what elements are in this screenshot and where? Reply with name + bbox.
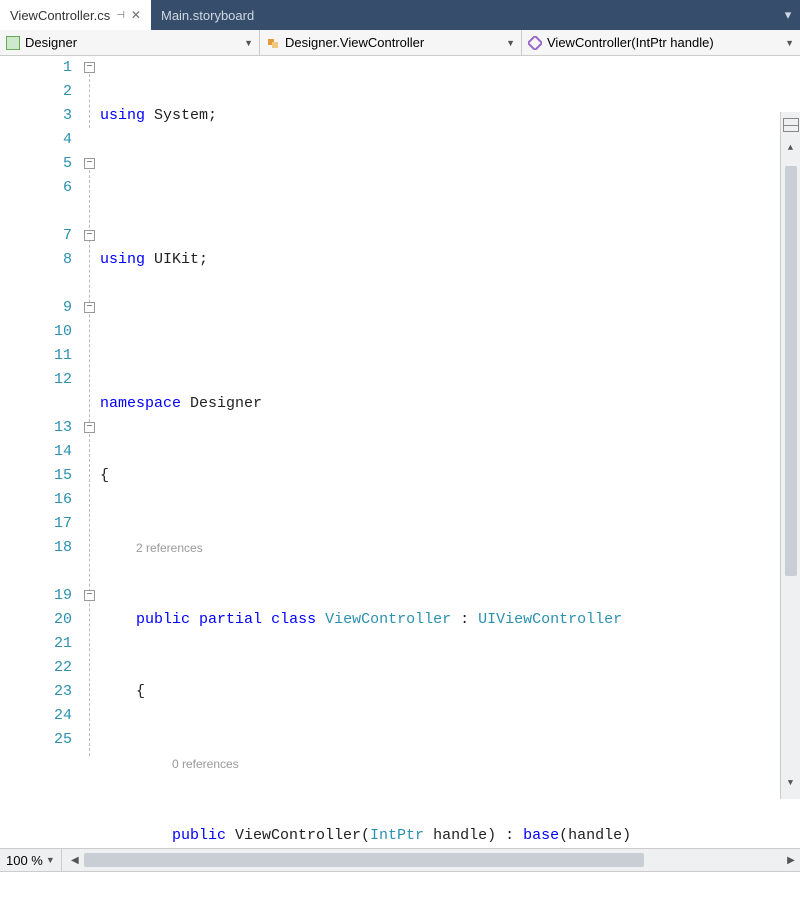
line-number: 5 [0, 152, 72, 176]
scroll-up-arrow[interactable]: ▲ [788, 132, 793, 164]
nav-member-dropdown[interactable]: ViewController(IntPtr handle) ▼ [522, 30, 800, 55]
nav-class-dropdown[interactable]: Designer.ViewController ▼ [260, 30, 522, 55]
tab-label: ViewController.cs [10, 8, 110, 23]
fold-line [89, 170, 90, 756]
code-editor[interactable]: 1 2 3 4 5 6 7 8 9 10 11 12 13 14 15 16 1… [0, 56, 800, 848]
line-number: 18 [0, 536, 72, 560]
code-text-area[interactable]: using System; using UIKit; namespace Des… [100, 56, 800, 848]
scroll-down-arrow[interactable]: ▼ [788, 767, 793, 799]
nav-project-label: Designer [25, 35, 77, 50]
fold-line [89, 74, 90, 128]
line-number: 11 [0, 344, 72, 368]
scroll-track[interactable] [785, 164, 797, 767]
line-number: 15 [0, 464, 72, 488]
line-number: 17 [0, 512, 72, 536]
scroll-right-arrow[interactable]: ▶ [782, 855, 800, 866]
line-number: 25 [0, 728, 72, 752]
line-number: 21 [0, 632, 72, 656]
fold-toggle[interactable]: − [84, 158, 95, 169]
scroll-left-arrow[interactable]: ◀ [66, 855, 84, 866]
line-number: 10 [0, 320, 72, 344]
split-editor-icon[interactable] [783, 118, 799, 132]
line-number: 4 [0, 128, 72, 152]
method-icon [528, 36, 542, 50]
codelens-references[interactable]: 2 references [100, 536, 780, 560]
line-number: 20 [0, 608, 72, 632]
codelens-references[interactable]: 0 references [100, 752, 780, 776]
line-number: 22 [0, 656, 72, 680]
chevron-down-icon: ▼ [785, 38, 794, 48]
line-number: 24 [0, 704, 72, 728]
scroll-thumb[interactable] [785, 166, 797, 576]
nav-class-label: Designer.ViewController [285, 35, 424, 50]
outlining-margin: − − − − − − [82, 56, 100, 848]
project-icon [6, 36, 20, 50]
line-number: 14 [0, 440, 72, 464]
footer-area [0, 871, 800, 897]
chevron-down-icon: ▾ [785, 7, 792, 23]
line-number: 19 [0, 584, 72, 608]
chevron-down-icon: ▼ [46, 855, 55, 865]
line-number: 9 [0, 296, 72, 320]
fold-toggle[interactable]: − [84, 230, 95, 241]
tab-bar-spacer [264, 0, 776, 30]
pin-icon[interactable]: ⊣ [116, 10, 125, 21]
line-number: 12 [0, 368, 72, 392]
chevron-down-icon: ▼ [244, 38, 253, 48]
fold-toggle[interactable]: − [84, 422, 95, 433]
fold-toggle[interactable]: − [84, 62, 95, 73]
nav-project-dropdown[interactable]: Designer ▼ [0, 30, 260, 55]
line-number: 16 [0, 488, 72, 512]
scroll-thumb[interactable] [84, 853, 644, 867]
fold-toggle[interactable]: − [84, 302, 95, 313]
zoom-dropdown[interactable]: 100 % ▼ [0, 849, 62, 871]
line-number: 7 [0, 224, 72, 248]
line-number: 3 [0, 104, 72, 128]
chevron-down-icon: ▼ [506, 38, 515, 48]
zoom-value: 100 % [6, 853, 43, 868]
tab-viewcontroller[interactable]: ViewController.cs ⊣ ✕ [0, 0, 151, 30]
line-number: 23 [0, 680, 72, 704]
line-number: 1 [0, 56, 72, 80]
line-number: 6 [0, 176, 72, 200]
tab-label: Main.storyboard [161, 8, 254, 23]
horizontal-scrollbar[interactable]: ◀ ▶ [66, 851, 800, 869]
fold-toggle[interactable]: − [84, 590, 95, 601]
scroll-track[interactable] [84, 853, 782, 867]
class-icon [266, 36, 280, 50]
vertical-scrollbar[interactable]: ▲ ▼ [780, 112, 800, 799]
navigation-bar: Designer ▼ Designer.ViewController ▼ Vie… [0, 30, 800, 56]
tab-storyboard[interactable]: Main.storyboard [151, 0, 264, 30]
line-number: 13 [0, 416, 72, 440]
line-number: 2 [0, 80, 72, 104]
line-number: 8 [0, 248, 72, 272]
nav-member-label: ViewController(IntPtr handle) [547, 35, 714, 50]
editor-bottom-bar: 100 % ▼ ◀ ▶ [0, 848, 800, 871]
line-number-gutter: 1 2 3 4 5 6 7 8 9 10 11 12 13 14 15 16 1… [0, 56, 82, 848]
tab-overflow-dropdown[interactable]: ▾ [776, 0, 800, 30]
document-tab-bar: ViewController.cs ⊣ ✕ Main.storyboard ▾ [0, 0, 800, 30]
close-icon[interactable]: ✕ [131, 8, 141, 22]
